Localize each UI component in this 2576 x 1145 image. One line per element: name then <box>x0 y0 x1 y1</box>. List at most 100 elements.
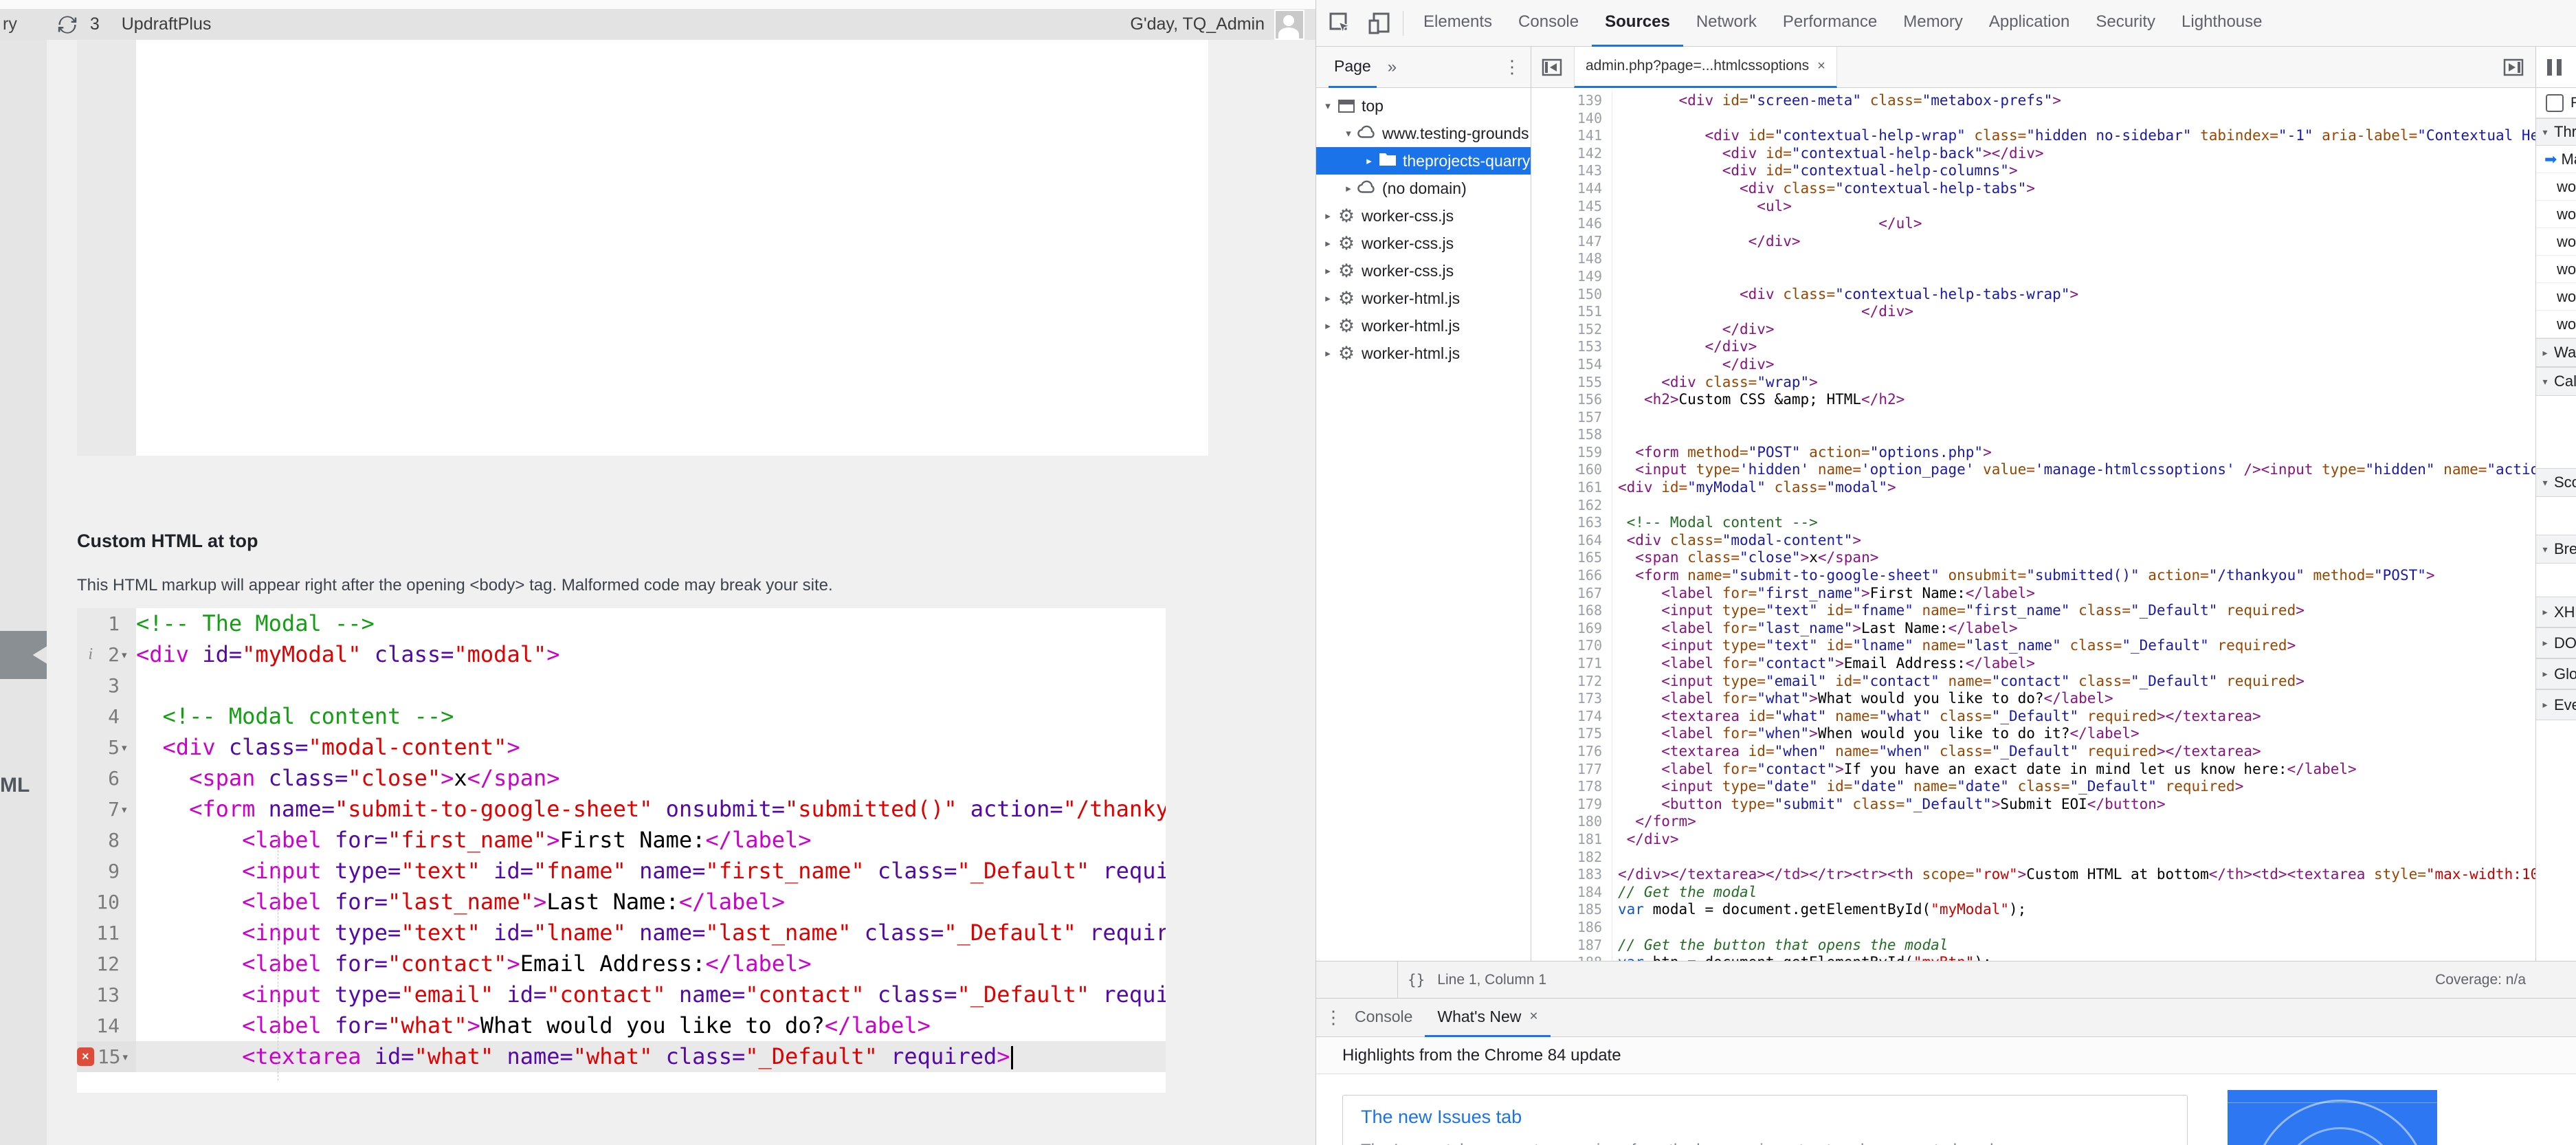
line-gutter[interactable]: 11 <box>77 918 136 948</box>
custom-css-editor[interactable] <box>77 40 1208 456</box>
pause-icon[interactable] <box>2547 59 2562 76</box>
line-number[interactable]: 162 <box>1531 497 1612 515</box>
chevron-right-icon[interactable]: ▸ <box>1341 182 1356 194</box>
drawer-tab-whats-new[interactable]: What's New × <box>1425 999 1550 1037</box>
line-gutter[interactable]: 9 <box>77 856 136 887</box>
thread-worker-row[interactable]: worker-css.js <box>2536 228 2576 256</box>
line-number[interactable]: 163 <box>1531 514 1612 532</box>
chevron-down-icon[interactable]: ▾ <box>2536 544 2554 555</box>
file-tree-item[interactable]: ▸⚙worker-css.js <box>1316 202 1531 230</box>
devtools-tab-security[interactable]: Security <box>2083 0 2168 47</box>
line-gutter[interactable]: 3 <box>77 670 136 701</box>
thread-worker-row[interactable]: worker-css.js <box>2536 201 2576 228</box>
device-toolbar-icon[interactable] <box>1364 9 1393 38</box>
show-debugger-sidebar-icon[interactable] <box>2498 54 2529 81</box>
sidebar-section-threads[interactable]: ▾Threads <box>2536 118 2576 146</box>
chevron-right-icon[interactable]: ▸ <box>2536 637 2554 649</box>
line-number[interactable]: 167 <box>1531 585 1612 603</box>
line-number[interactable]: 157 <box>1531 409 1612 427</box>
more-tabs-icon[interactable]: » <box>1388 58 1397 77</box>
drawer-tab-close-icon[interactable]: × <box>1529 1008 1537 1025</box>
chevron-right-icon[interactable]: ▸ <box>1320 320 1335 332</box>
chevron-right-icon[interactable]: ▸ <box>1320 265 1335 277</box>
line-number[interactable]: 166 <box>1531 567 1612 585</box>
line-number[interactable]: 149 <box>1531 268 1612 286</box>
line-gutter[interactable]: 6 <box>77 763 136 794</box>
line-number[interactable]: 148 <box>1531 250 1612 268</box>
sidebar-section-scope[interactable]: ▾Scope <box>2536 468 2576 497</box>
line-number[interactable]: 145 <box>1531 198 1612 216</box>
chevron-right-icon[interactable]: ▸ <box>1320 210 1335 222</box>
pause-on-caught-exceptions-row[interactable]: Pause on caught exceptions <box>2536 88 2576 118</box>
fold-arrow-icon[interactable]: ▾ <box>123 1051 133 1063</box>
line-number[interactable]: 142 <box>1531 145 1612 163</box>
devtools-tab-performance[interactable]: Performance <box>1770 0 1890 47</box>
chevron-down-icon[interactable]: ▾ <box>2536 477 2554 489</box>
line-number[interactable]: 172 <box>1531 673 1612 691</box>
line-number[interactable]: 171 <box>1531 655 1612 673</box>
devtools-tab-elements[interactable]: Elements <box>1410 0 1505 47</box>
sidebar-section-breakpoints[interactable]: ▾Breakpoints <box>2536 535 2576 564</box>
file-tree-item[interactable]: ▾top <box>1316 92 1531 120</box>
thread-main-row[interactable]: ➡Main <box>2536 146 2576 173</box>
drawer-menu-icon[interactable]: ⋮ <box>1324 1007 1342 1028</box>
navigator-menu-icon[interactable]: ⋮ <box>1503 56 1521 78</box>
admin-bar-plugin-item[interactable]: UpdraftPlus <box>122 14 212 34</box>
chevron-down-icon[interactable]: ▾ <box>2536 376 2554 388</box>
line-gutter[interactable]: 5▾ <box>77 732 136 763</box>
line-number[interactable]: 188 <box>1531 954 1612 961</box>
line-number[interactable]: 161 <box>1531 479 1612 497</box>
line-number[interactable]: 147 <box>1531 233 1612 251</box>
thread-worker-row[interactable]: worker-html.js <box>2536 256 2576 283</box>
line-gutter[interactable]: 4 <box>77 701 136 732</box>
line-number[interactable]: 170 <box>1531 637 1612 655</box>
file-tree-item[interactable]: ▸⚙worker-css.js <box>1316 230 1531 257</box>
editor-tab[interactable]: admin.php?page=...htmlcssoptions × <box>1574 47 1837 88</box>
line-number[interactable]: 178 <box>1531 778 1612 796</box>
chevron-right-icon[interactable]: ▸ <box>2536 606 2554 618</box>
devtools-tab-sources[interactable]: Sources <box>1592 0 1683 47</box>
line-gutter[interactable]: i2▾ <box>77 639 136 670</box>
line-gutter[interactable]: 14 <box>77 1010 136 1041</box>
sidebar-section-call-stack[interactable]: ▾Call Stack <box>2536 367 2576 396</box>
chevron-down-icon[interactable]: ▾ <box>1320 100 1335 112</box>
line-number[interactable]: 141 <box>1531 127 1612 145</box>
file-tree-item[interactable]: ▾www.testing-grounds <box>1316 120 1531 147</box>
line-number[interactable]: 185 <box>1531 901 1612 919</box>
line-number[interactable]: 175 <box>1531 725 1612 743</box>
devtools-tab-network[interactable]: Network <box>1683 0 1770 47</box>
devtools-tab-lighthouse[interactable]: Lighthouse <box>2168 0 2275 47</box>
line-number[interactable]: 181 <box>1531 831 1612 849</box>
hide-navigator-icon[interactable] <box>1537 54 1567 81</box>
thread-worker-row[interactable]: worker-html.js <box>2536 283 2576 311</box>
whats-new-card-title[interactable]: The new Issues tab <box>1361 1107 2169 1128</box>
line-number[interactable]: 146 <box>1531 215 1612 233</box>
line-number[interactable]: 174 <box>1531 708 1612 726</box>
chevron-right-icon[interactable]: ▸ <box>1320 292 1335 304</box>
thread-worker-row[interactable]: worker-html.js <box>2536 311 2576 338</box>
sidebar-section-xhr-fetch-breakpoints[interactable]: ▸XHR/fetch Breakpoints <box>2536 597 2576 627</box>
line-number[interactable]: 155 <box>1531 374 1612 392</box>
line-number[interactable]: 140 <box>1531 110 1612 128</box>
line-number[interactable]: 168 <box>1531 602 1612 620</box>
navigator-tab-page[interactable]: Page <box>1329 47 1377 88</box>
editor-tab-close-icon[interactable]: × <box>1817 58 1825 74</box>
chevron-right-icon[interactable]: ▸ <box>1362 155 1377 167</box>
sidebar-section-dom-breakpoints[interactable]: ▸DOM Breakpoints <box>2536 627 2576 658</box>
line-number[interactable]: 144 <box>1531 180 1612 198</box>
line-number[interactable]: 164 <box>1531 532 1612 550</box>
fold-arrow-icon[interactable]: ▾ <box>122 803 133 816</box>
checkbox[interactable] <box>2546 94 2564 112</box>
line-number[interactable]: 182 <box>1531 849 1612 867</box>
file-tree-item[interactable]: ▸⚙worker-html.js <box>1316 285 1531 312</box>
inspect-element-icon[interactable] <box>1326 9 1355 38</box>
line-number[interactable]: 151 <box>1531 303 1612 321</box>
line-number[interactable]: 184 <box>1531 884 1612 902</box>
chevron-down-icon[interactable]: ▾ <box>2536 126 2554 138</box>
chevron-right-icon[interactable]: ▸ <box>1320 347 1335 359</box>
file-tree-item[interactable]: ▸theprojects-quarry <box>1316 147 1531 175</box>
line-number[interactable]: 160 <box>1531 461 1612 479</box>
line-number[interactable]: 143 <box>1531 162 1612 180</box>
lint-error-icon[interactable]: × <box>77 1047 94 1066</box>
line-number[interactable]: 177 <box>1531 761 1612 779</box>
